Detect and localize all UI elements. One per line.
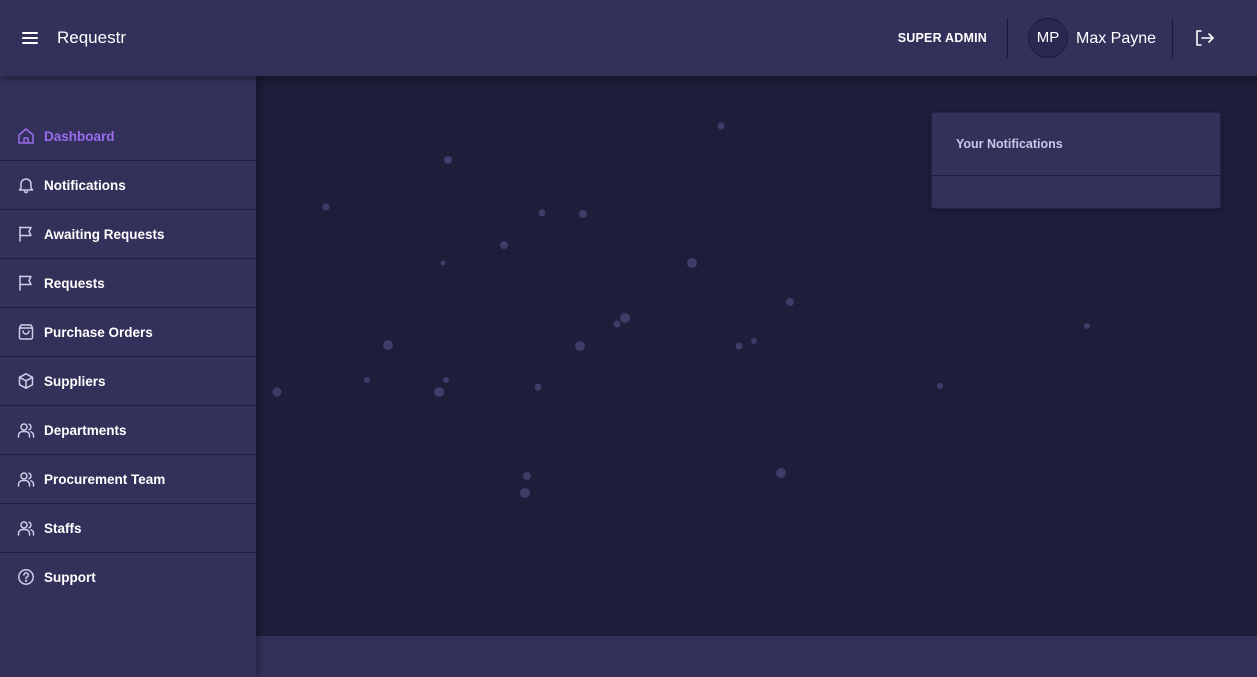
sidebar-item-label: Support (44, 570, 96, 585)
users-icon (17, 421, 35, 439)
logout-icon[interactable] (1194, 28, 1216, 48)
sidebar-item-dashboard[interactable]: Dashboard (0, 112, 256, 161)
sidebar-item-departments[interactable]: Departments (0, 406, 256, 455)
header-divider (1172, 18, 1173, 58)
bell-icon (17, 176, 35, 194)
main-content: Your Notifications (256, 76, 1257, 636)
header-divider (1007, 18, 1008, 58)
sidebar-nav: Dashboard Notifications Awaiting Request… (0, 112, 256, 602)
sidebar-item-notifications[interactable]: Notifications (0, 161, 256, 210)
sidebar-item-label: Requests (44, 276, 105, 291)
menu-icon[interactable] (18, 27, 42, 49)
sidebar-item-staffs[interactable]: Staffs (0, 504, 256, 553)
notifications-card-title: Your Notifications (956, 137, 1063, 151)
help-circle-icon (17, 568, 35, 586)
sidebar-item-label: Purchase Orders (44, 325, 153, 340)
home-icon (17, 127, 35, 145)
users-icon (17, 470, 35, 488)
notifications-card: Your Notifications (931, 112, 1221, 209)
sidebar-item-label: Notifications (44, 178, 126, 193)
sidebar-item-awaiting-requests[interactable]: Awaiting Requests (0, 210, 256, 259)
footer (256, 636, 1257, 677)
notifications-card-header: Your Notifications (932, 113, 1220, 176)
avatar[interactable]: MP (1028, 18, 1068, 58)
sidebar-item-support[interactable]: Support (0, 553, 256, 602)
top-bar: Requestr SUPER ADMIN MP Max Payne (0, 0, 1257, 76)
shopping-bag-icon (17, 323, 35, 341)
sidebar-item-label: Suppliers (44, 374, 106, 389)
sidebar-item-purchase-orders[interactable]: Purchase Orders (0, 308, 256, 357)
sidebar-item-requests[interactable]: Requests (0, 259, 256, 308)
sidebar-item-label: Procurement Team (44, 472, 166, 487)
app-title: Requestr (57, 28, 126, 47)
user-role-label: SUPER ADMIN (897, 31, 987, 45)
box-icon (17, 372, 35, 390)
sidebar-item-suppliers[interactable]: Suppliers (0, 357, 256, 406)
sidebar-item-procurement-team[interactable]: Procurement Team (0, 455, 256, 504)
flag-icon (17, 274, 35, 292)
flag-icon (17, 225, 35, 243)
sidebar-item-label: Staffs (44, 521, 82, 536)
sidebar: Dashboard Notifications Awaiting Request… (0, 76, 256, 677)
users-icon (17, 519, 35, 537)
sidebar-item-label: Dashboard (44, 129, 115, 144)
sidebar-item-label: Awaiting Requests (44, 227, 165, 242)
user-name[interactable]: Max Payne (1076, 29, 1156, 49)
sidebar-item-label: Departments (44, 423, 127, 438)
